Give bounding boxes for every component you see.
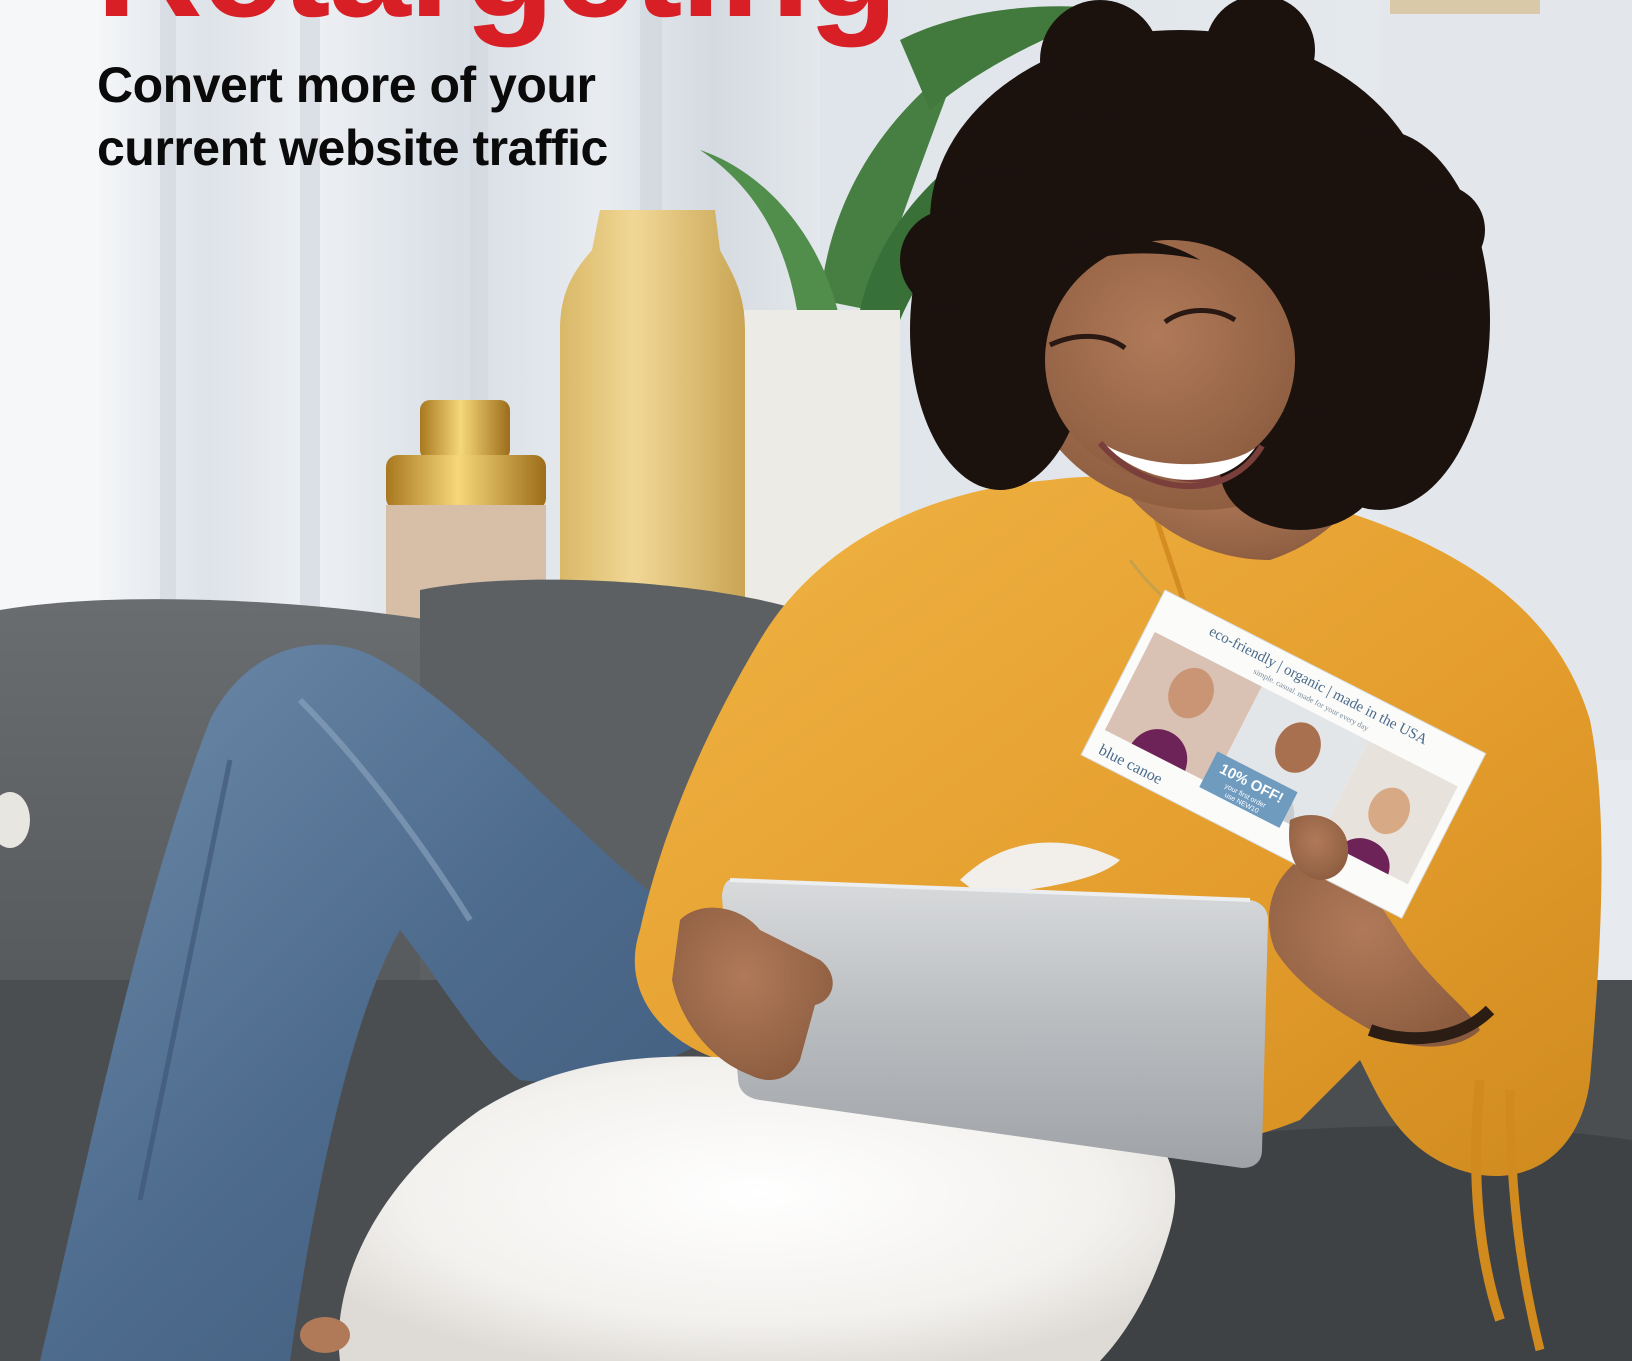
page-subhead: Convert more of your current website tra… [97,54,737,180]
yellow-vase [560,210,745,640]
page-headline: Retargeting [96,0,898,40]
hero-photo-woman-with-tablet-and-postcard: eco-friendly | organic | made in the USA… [0,0,1632,1361]
ad-page: eco-friendly | organic | made in the USA… [0,0,1632,1361]
subhead-line-2: current website traffic [97,120,608,176]
subhead-line-1: Convert more of your [97,57,596,113]
